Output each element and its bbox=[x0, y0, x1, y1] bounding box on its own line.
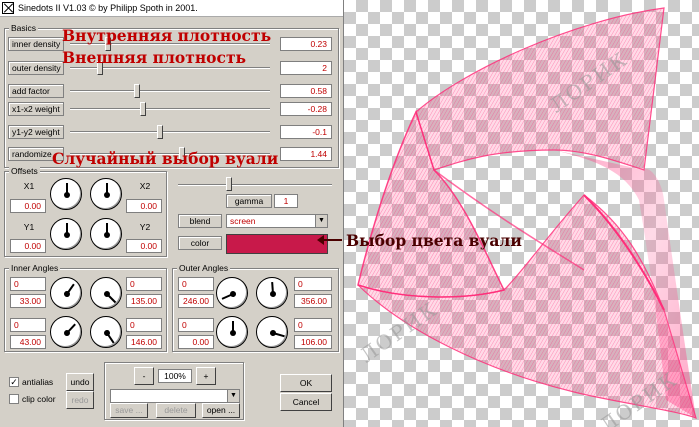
outer-angle-dial-1[interactable] bbox=[216, 277, 248, 309]
basics-row-value[interactable]: 2 bbox=[280, 61, 332, 75]
basics-row-label: y1-y2 weight bbox=[8, 125, 64, 139]
outer-angles-label: Outer Angles bbox=[177, 263, 231, 273]
basics-slider-track[interactable] bbox=[70, 131, 270, 133]
chevron-down-icon[interactable]: ▼ bbox=[315, 215, 327, 227]
title-bar: Sinedots II V1.03 © by Philipp Spoth in … bbox=[0, 0, 343, 17]
annotation-inner-density: Внутренняя плотность bbox=[62, 26, 272, 45]
delete-button[interactable]: delete bbox=[156, 403, 196, 418]
gamma-value[interactable]: 1 bbox=[274, 194, 298, 208]
offset-x1-label: X1 bbox=[23, 181, 35, 191]
offset-x2-label: X2 bbox=[139, 181, 151, 191]
preview-canvas: ЛОРИК ЛОРИК ЛОРИК bbox=[344, 0, 699, 427]
inner-angle-3b[interactable]: 43.00 bbox=[10, 335, 46, 349]
outer-angle-2a[interactable]: 0 bbox=[294, 277, 332, 291]
outer-angle-2b[interactable]: 356.00 bbox=[294, 294, 332, 308]
undo-button[interactable]: undo bbox=[66, 373, 94, 391]
arrow-left-icon bbox=[317, 235, 324, 245]
basics-row-label: inner density bbox=[8, 37, 64, 51]
inner-angle-2a[interactable]: 0 bbox=[126, 277, 162, 291]
inner-angle-2b[interactable]: 135.00 bbox=[126, 294, 162, 308]
offset-y1-label: Y1 bbox=[23, 222, 35, 232]
redo-button[interactable]: redo bbox=[66, 391, 94, 409]
offset-x1-value[interactable]: 0.00 bbox=[10, 199, 46, 213]
outer-angle-4a[interactable]: 0 bbox=[294, 318, 332, 332]
basics-slider-track[interactable] bbox=[70, 108, 270, 110]
offset-y2-dial[interactable] bbox=[90, 218, 122, 250]
inner-angle-dial-3[interactable] bbox=[50, 316, 82, 348]
outer-angle-dial-4[interactable] bbox=[256, 316, 288, 348]
basics-row-value[interactable]: -0.1 bbox=[280, 125, 332, 139]
zoom-in-button[interactable]: + bbox=[196, 367, 216, 385]
inner-angles-label: Inner Angles bbox=[9, 263, 61, 273]
inner-angle-dial-2[interactable] bbox=[90, 277, 122, 309]
basics-row-value[interactable]: 0.23 bbox=[280, 37, 332, 51]
annotation-arrow-line bbox=[322, 239, 342, 241]
outer-angle-dial-3[interactable] bbox=[216, 316, 248, 348]
inner-angle-dial-1[interactable] bbox=[50, 277, 82, 309]
offset-y1-value[interactable]: 0.00 bbox=[10, 239, 46, 253]
app-icon bbox=[2, 2, 14, 14]
basics-row-label: x1-x2 weight bbox=[8, 102, 64, 116]
outer-angle-4b[interactable]: 106.00 bbox=[294, 335, 332, 349]
outer-angle-3b[interactable]: 0.00 bbox=[178, 335, 214, 349]
annotation-color: Выбор цвета вуали bbox=[346, 231, 522, 250]
ok-button[interactable]: OK bbox=[280, 374, 332, 392]
inner-angle-1a[interactable]: 0 bbox=[10, 277, 46, 291]
inner-angle-3a[interactable]: 0 bbox=[10, 318, 46, 332]
blend-select-value: screen bbox=[230, 216, 256, 226]
gamma-slider-thumb[interactable] bbox=[226, 177, 232, 191]
gamma-slider-track[interactable] bbox=[178, 184, 332, 186]
gamma-label: gamma bbox=[226, 194, 272, 208]
basics-row-label: outer density bbox=[8, 61, 64, 75]
offset-y2-value[interactable]: 0.00 bbox=[126, 239, 162, 253]
zoom-value: 100% bbox=[158, 369, 192, 383]
offsets-label: Offsets bbox=[9, 166, 40, 176]
offset-y2-label: Y2 bbox=[139, 222, 151, 232]
outer-angle-dial-2[interactable] bbox=[256, 277, 288, 309]
color-swatch[interactable] bbox=[226, 234, 328, 254]
offset-x2-dial[interactable] bbox=[90, 178, 122, 210]
offset-x1-dial[interactable] bbox=[50, 178, 82, 210]
basics-row-value[interactable]: 1.44 bbox=[280, 147, 332, 161]
chevron-down-icon[interactable]: ▼ bbox=[227, 390, 239, 402]
clip-color-checkbox[interactable] bbox=[9, 394, 19, 404]
offset-y1-dial[interactable] bbox=[50, 218, 82, 250]
blend-select[interactable]: screen ▼ bbox=[226, 214, 328, 228]
antialias-label: antialias bbox=[22, 377, 54, 387]
clip-color-label: clip color bbox=[22, 394, 56, 404]
blend-label: blend bbox=[178, 214, 222, 228]
cancel-button[interactable]: Cancel bbox=[280, 393, 332, 411]
antialias-checkbox[interactable]: ✓ bbox=[9, 377, 19, 387]
outer-angle-1b[interactable]: 246.00 bbox=[178, 294, 214, 308]
basics-slider-track[interactable] bbox=[70, 90, 270, 92]
annotation-outer-density: Внешняя плотность bbox=[62, 48, 247, 67]
veil-shape bbox=[357, 7, 697, 419]
basics-row-value[interactable]: 0.58 bbox=[280, 84, 332, 98]
window-title: Sinedots II V1.03 © by Philipp Spoth in … bbox=[18, 3, 198, 13]
basics-row-value[interactable]: -0.28 bbox=[280, 102, 332, 116]
basics-slider-thumb[interactable] bbox=[157, 125, 164, 139]
annotation-randomize: Случайный выбор вуали bbox=[52, 149, 279, 168]
zoom-out-button[interactable]: - bbox=[134, 367, 154, 385]
inner-angle-dial-4[interactable] bbox=[90, 316, 122, 348]
basics-label: Basics bbox=[9, 23, 39, 33]
inner-angle-4b[interactable]: 146.00 bbox=[126, 335, 162, 349]
save-button[interactable]: save ... bbox=[110, 403, 148, 418]
inner-angle-1b[interactable]: 33.00 bbox=[10, 294, 46, 308]
offset-x2-value[interactable]: 0.00 bbox=[126, 199, 162, 213]
outer-angle-1a[interactable]: 0 bbox=[178, 277, 214, 291]
color-label: color bbox=[178, 236, 222, 250]
basics-slider-thumb[interactable] bbox=[139, 102, 146, 116]
basics-slider-thumb[interactable] bbox=[134, 84, 141, 98]
preset-select[interactable]: ▼ bbox=[110, 389, 240, 403]
outer-angle-3a[interactable]: 0 bbox=[178, 318, 214, 332]
open-button[interactable]: open ... bbox=[202, 403, 240, 418]
inner-angle-4a[interactable]: 0 bbox=[126, 318, 162, 332]
basics-row-label: add factor bbox=[8, 84, 64, 98]
